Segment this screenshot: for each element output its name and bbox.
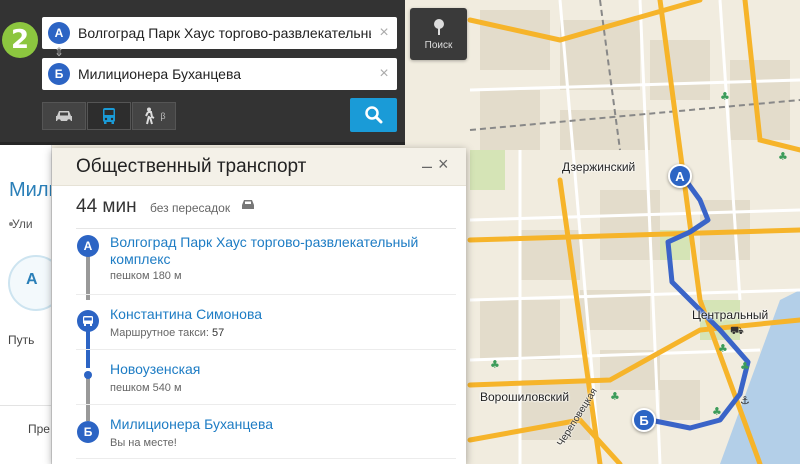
mode-car-button[interactable] (42, 102, 86, 130)
divider (76, 349, 456, 350)
step-meta: пешком 540 м (110, 382, 182, 394)
trip-transfers: без пересадок (150, 201, 231, 215)
bus-icon (83, 316, 93, 326)
route-to-button[interactable]: А (8, 255, 51, 311)
bus-icon (242, 200, 254, 209)
left-panel-subtitle: Ули (12, 217, 33, 231)
step-name[interactable]: Константина Симонова (110, 306, 450, 323)
trip-duration: 44 мин (76, 196, 137, 217)
svg-text:♣: ♣ (712, 405, 722, 418)
to-input-value[interactable]: Милиционера Буханцева (78, 66, 371, 82)
card-header: Общественный транспорт – × (52, 148, 466, 186)
svg-text:♣: ♣ (720, 90, 730, 103)
left-panel-pre-label[interactable]: Пре (28, 422, 50, 436)
route-search-box: 2 А Волгоград Парк Хаус торгово-развлека… (0, 0, 405, 145)
from-input-value[interactable]: Волгоград Парк Хаус торгово-развлекатель… (78, 25, 371, 41)
route-to-icon: А (26, 271, 38, 288)
svg-text:♣: ♣ (718, 342, 728, 355)
step-meta: Маршрутное такси: 57 (110, 327, 225, 339)
route-number[interactable]: 57 (212, 327, 224, 339)
step-meta: пешком 180 м (110, 270, 182, 282)
anchor-icon: ⚓ (740, 394, 750, 407)
left-panel: Мили Ули А Путь Пре (0, 145, 52, 464)
mode-walk-button[interactable]: β (132, 102, 176, 130)
map-label-tsentralny: Центральный (692, 308, 769, 322)
map-marker-a[interactable]: А (668, 164, 692, 188)
map-pin-icon (434, 19, 444, 35)
bus-icon (103, 108, 115, 124)
map-label-voroshilovsky: Ворошиловский (480, 390, 570, 404)
divider (76, 458, 456, 459)
left-panel-path-label[interactable]: Путь (8, 333, 34, 347)
search-mode-label: Поиск (424, 40, 453, 51)
step-name[interactable]: Новоузенская (110, 361, 450, 378)
svg-text:♣: ♣ (490, 358, 500, 371)
step-meta: Вы на месте! (110, 437, 177, 449)
stop-dot-icon (84, 371, 92, 379)
card-title: Общественный транспорт (76, 156, 307, 177)
public-transport-card: Общественный транспорт – × 44 мин без пе… (52, 148, 466, 464)
walk-icon (145, 107, 155, 125)
from-input[interactable]: А Волгоград Парк Хаус торгово-развлекате… (42, 17, 397, 49)
step-name[interactable]: Милиционера Буханцева (110, 416, 450, 433)
walk-segment-line (86, 376, 90, 421)
map-label-dzerzhinsky: Дзержинский (562, 160, 636, 174)
svg-text:♣: ♣ (610, 390, 620, 403)
point-a-icon: А (48, 22, 70, 44)
magnifier-icon (364, 106, 382, 124)
divider (76, 404, 456, 405)
logo-2gis[interactable]: 2 (2, 22, 38, 58)
divider (76, 294, 456, 295)
bus-stop-node (77, 310, 99, 332)
clear-from-icon[interactable]: × (371, 24, 397, 42)
search-mode-button[interactable]: Поиск (410, 8, 467, 60)
divider (0, 405, 51, 406)
close-icon[interactable]: × (438, 154, 449, 175)
point-a-icon: А (77, 235, 99, 257)
to-input[interactable]: Б Милиционера Буханцева × (42, 58, 397, 90)
svg-text:♣: ♣ (778, 150, 788, 163)
left-panel-title: Мили (9, 179, 51, 201)
clear-to-icon[interactable]: × (371, 65, 397, 83)
route-search-button[interactable] (350, 98, 397, 132)
svg-text:♣: ♣ (740, 360, 750, 373)
beta-badge: β (160, 111, 166, 121)
mode-bus-button[interactable] (87, 102, 131, 130)
swap-points-icon[interactable]: ⇕ (53, 45, 65, 59)
point-b-icon: Б (48, 63, 70, 85)
car-icon (56, 111, 72, 123)
step-name[interactable]: Волгоград Парк Хаус торгово-развлекатель… (110, 234, 450, 268)
point-b-icon: Б (77, 421, 99, 443)
route-steps: А Волгоград Парк Хаус торгово-развлекате… (52, 228, 466, 464)
map-marker-b[interactable]: Б (632, 408, 656, 432)
minimize-icon[interactable]: – (422, 156, 432, 177)
bus-stop-icon: ⛟ (730, 324, 744, 337)
